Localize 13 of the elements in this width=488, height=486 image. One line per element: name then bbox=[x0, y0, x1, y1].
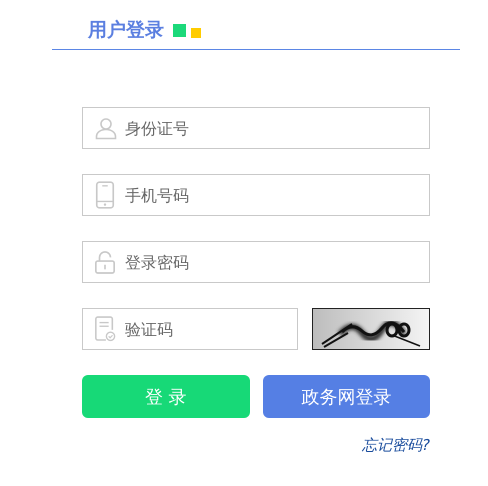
square-icon bbox=[191, 28, 201, 38]
input-field[interactable]: 手机号码 bbox=[82, 174, 430, 216]
login-title: 用户登录 bbox=[88, 18, 164, 43]
input-field[interactable]: 登录密码 bbox=[82, 241, 430, 283]
square-icon bbox=[173, 24, 186, 36]
input-field[interactable]: 身份证号 bbox=[82, 107, 430, 149]
document-check-icon bbox=[94, 316, 116, 342]
user-icon bbox=[94, 116, 118, 140]
login-button[interactable]: 政务网登录 bbox=[262, 375, 430, 418]
input-field[interactable]: 验证码 bbox=[82, 308, 298, 350]
forgot-password-link[interactable]: 忘记密码? bbox=[362, 436, 430, 455]
phone-icon bbox=[94, 181, 116, 209]
lock-icon bbox=[94, 250, 116, 274]
